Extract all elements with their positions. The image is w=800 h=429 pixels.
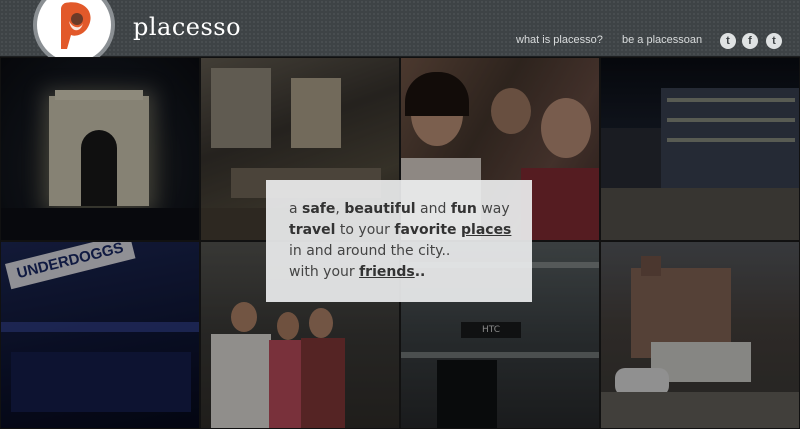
site-header: placesso what is placesso? be a placesso…: [0, 0, 800, 62]
twitter-icon[interactable]: t: [766, 33, 782, 49]
tagline-line-4: with your friends..: [289, 264, 426, 280]
tumblr-icon[interactable]: t: [720, 33, 736, 49]
facebook-icon[interactable]: f: [742, 33, 758, 49]
photo-building-night: [600, 57, 800, 241]
friends-link[interactable]: friends: [359, 264, 415, 280]
word-travel: travel: [289, 222, 336, 238]
logo[interactable]: [37, 0, 111, 62]
word-fun: fun: [450, 201, 477, 217]
word-favorite: favorite: [394, 222, 457, 238]
nav-be-a-placessoan[interactable]: be a placessoan: [622, 34, 702, 46]
photo-india-gate: [0, 57, 200, 241]
brand-name[interactable]: placesso: [133, 13, 241, 41]
photo-campus-building: [600, 241, 800, 429]
photo-underdoggs-bar: UNDERDOGGS: [0, 241, 200, 429]
tagline-card: a safe, beautiful and fun way travel to …: [266, 180, 532, 302]
word-beautiful: beautiful: [344, 201, 416, 217]
tagline-line-2: travel to your favorite places: [289, 222, 512, 238]
places-link[interactable]: places: [461, 222, 511, 238]
placesso-logo-icon: [61, 2, 91, 50]
tagline-line-3: in and around the city..: [289, 243, 451, 259]
tagline-line-1: a safe, beautiful and fun way: [289, 201, 510, 217]
word-safe: safe: [302, 201, 336, 217]
nav-what-is-placesso[interactable]: what is placesso?: [516, 34, 603, 46]
